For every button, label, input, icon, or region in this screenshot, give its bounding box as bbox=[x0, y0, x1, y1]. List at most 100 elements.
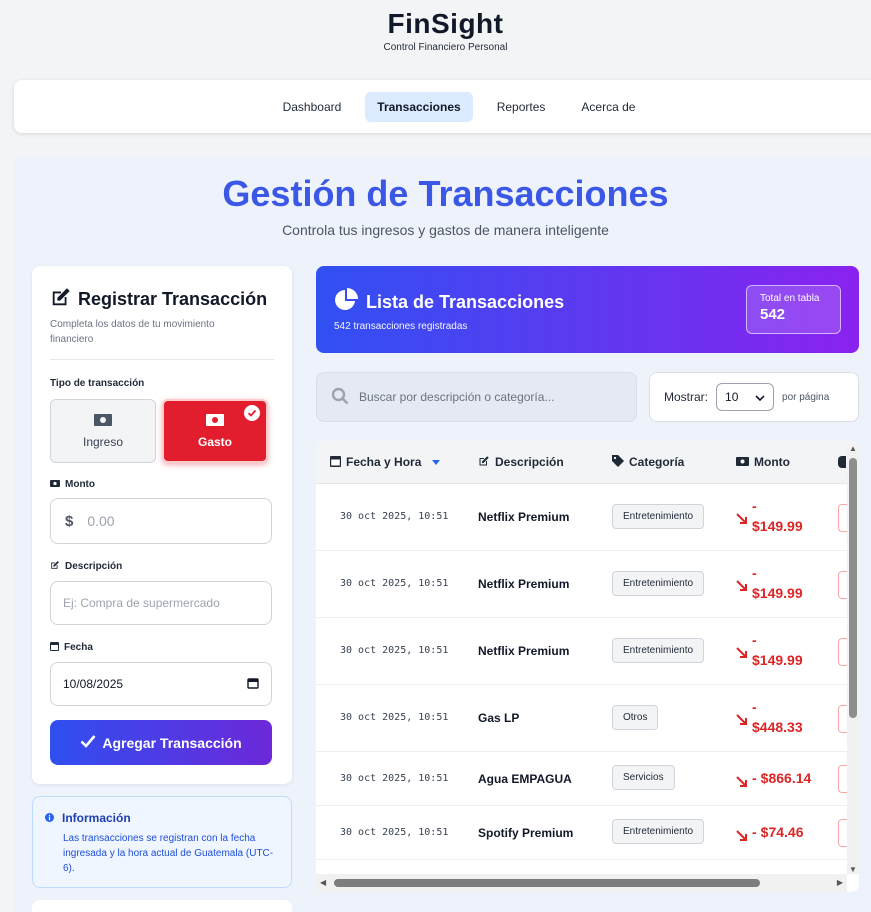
table-row[interactable]: 30 oct 2025, 10:51 Spotify Premium Entre… bbox=[316, 806, 859, 860]
row-category-badge: Entretenimiento bbox=[612, 504, 705, 529]
calendar-icon[interactable] bbox=[247, 677, 259, 692]
page-size-select[interactable]: 10 bbox=[716, 383, 775, 411]
amount-input[interactable]: $ 0.00 bbox=[50, 498, 272, 544]
row-description: Spotify Premium bbox=[478, 826, 574, 840]
page-size-control: Mostrar: 10 por página bbox=[649, 372, 859, 422]
money-icon bbox=[50, 479, 60, 490]
column-amount: Monto bbox=[736, 455, 790, 469]
type-ingreso-label: Ingreso bbox=[82, 434, 124, 449]
nav-dashboard[interactable]: Dashboard bbox=[271, 92, 354, 122]
type-gasto-button[interactable]: Gasto bbox=[162, 399, 268, 463]
amount-label: Monto bbox=[65, 479, 95, 490]
trend-down-icon bbox=[736, 827, 748, 847]
row-category-badge: Servicios bbox=[612, 765, 675, 790]
date-input[interactable]: 10/08/2025 bbox=[50, 662, 272, 706]
total-value: 542 bbox=[760, 306, 786, 323]
column-category-label: Categoría bbox=[629, 455, 685, 469]
form-title: Registrar Transacción bbox=[78, 289, 268, 309]
table-horizontal-scrollbar[interactable]: ◀ ▶ bbox=[316, 874, 847, 892]
row-date: 30 oct 2025, 10:51 bbox=[340, 773, 449, 784]
show-label: Mostrar: bbox=[664, 390, 709, 404]
column-date-label: Fecha y Hora bbox=[346, 455, 422, 469]
add-transaction-label: Agregar Transacción bbox=[102, 734, 242, 751]
column-date[interactable]: Fecha y Hora bbox=[330, 455, 441, 470]
amount-label-row: Monto bbox=[50, 479, 274, 490]
brand-subtitle: Control Financiero Personal bbox=[383, 42, 508, 53]
vertical-scroll-thumb[interactable] bbox=[849, 458, 857, 718]
table-row[interactable]: 30 oct 2025, 10:51 Gas LP Otros - $448.33 bbox=[316, 685, 859, 752]
row-category-badge: Entretenimiento bbox=[612, 571, 705, 596]
table-header: Fecha y Hora Descripción Categoría Monto bbox=[316, 441, 859, 484]
trend-down-icon bbox=[736, 711, 748, 731]
table-row[interactable]: 30 oct 2025, 10:51 Netflix Premium Entre… bbox=[316, 484, 859, 551]
row-date: 30 oct 2025, 10:51 bbox=[340, 712, 449, 723]
amount-placeholder: 0.00 bbox=[87, 513, 115, 529]
info-title-row: Información bbox=[45, 811, 279, 825]
page-subtitle: Controla tus ingresos y gastos de manera… bbox=[282, 222, 609, 238]
horizontal-scroll-thumb[interactable] bbox=[334, 879, 760, 887]
row-description: Netflix Premium bbox=[478, 510, 570, 524]
edit-icon bbox=[478, 455, 490, 470]
info-card: Información Las transacciones se registr… bbox=[32, 796, 292, 888]
transactions-list-header: Lista de Transacciones 542 transacciones… bbox=[316, 266, 859, 353]
description-input[interactable]: Ej: Compra de supermercado bbox=[50, 581, 272, 625]
table-row[interactable]: 30 oct 2025, 10:51 Agua EMPAGUA Servicio… bbox=[316, 752, 859, 806]
row-amount-sign: - bbox=[752, 565, 757, 581]
brand-header: FinSight Control Financiero Personal bbox=[0, 8, 871, 53]
check-circle-icon bbox=[244, 405, 260, 421]
table-row[interactable]: 30 oct 2025, 10:51 Netflix Premium Entre… bbox=[316, 551, 859, 618]
form-header: Registrar Transacción bbox=[50, 286, 274, 313]
row-amount-value: $866.14 bbox=[760, 770, 812, 786]
edit-icon bbox=[50, 286, 72, 313]
scroll-left-icon[interactable]: ◀ bbox=[320, 878, 326, 887]
total-label: Total en tabla bbox=[760, 293, 820, 304]
column-amount-label: Monto bbox=[754, 455, 790, 469]
row-date: 30 oct 2025, 10:51 bbox=[340, 578, 449, 589]
row-category-badge: Entretenimiento bbox=[612, 819, 705, 844]
table-row[interactable]: 30 oct 2025, 10:51 Netflix Premium Entre… bbox=[316, 618, 859, 685]
total-in-table-box: Total en tabla 542 bbox=[746, 285, 841, 334]
tag-icon bbox=[612, 454, 624, 470]
row-date: 30 oct 2025, 10:51 bbox=[340, 827, 449, 838]
page-size-value: 10 bbox=[725, 390, 739, 404]
date-label-row: Fecha bbox=[50, 641, 274, 654]
form-divider bbox=[50, 359, 274, 360]
edit-icon bbox=[50, 560, 60, 573]
money-icon bbox=[736, 455, 749, 469]
type-ingreso-button[interactable]: Ingreso bbox=[50, 399, 156, 463]
trend-down-icon bbox=[736, 510, 748, 530]
type-label: Tipo de transacción bbox=[50, 378, 145, 389]
calendar-icon bbox=[50, 641, 59, 654]
search-input[interactable]: Buscar por descripción o categoría... bbox=[316, 372, 637, 422]
trend-down-icon bbox=[736, 773, 748, 793]
row-amount-sign: - bbox=[752, 632, 757, 648]
row-amount: - $149.99 bbox=[736, 496, 803, 536]
checkmark-icon bbox=[80, 734, 96, 751]
row-amount-sign: - bbox=[752, 699, 757, 715]
row-amount-sign: - bbox=[752, 498, 757, 514]
trend-down-icon bbox=[736, 577, 748, 597]
info-icon bbox=[45, 811, 54, 825]
money-icon bbox=[206, 413, 224, 429]
column-category: Categoría bbox=[612, 454, 685, 470]
table-vertical-scrollbar[interactable]: ▲ ▼ bbox=[847, 444, 859, 874]
nav-reportes[interactable]: Reportes bbox=[485, 92, 558, 122]
add-transaction-button[interactable]: Agregar Transacción bbox=[50, 720, 272, 765]
nav-acerca-de[interactable]: Acerca de bbox=[569, 92, 647, 122]
scroll-up-icon[interactable]: ▲ bbox=[849, 444, 857, 453]
column-actions-icon bbox=[838, 456, 846, 468]
type-gasto-label: Gasto bbox=[197, 434, 232, 449]
date-label: Fecha bbox=[64, 642, 93, 653]
row-description: Netflix Premium bbox=[478, 644, 570, 658]
page-title: Gestión de Transacciones bbox=[222, 173, 669, 214]
date-value: 10/08/2025 bbox=[63, 677, 124, 691]
trend-down-icon bbox=[736, 644, 748, 664]
description-label: Descripción bbox=[65, 561, 123, 572]
info-text: Las transacciones se registran con la fe… bbox=[63, 833, 274, 874]
transaction-form-card: Registrar Transacción Completa los datos… bbox=[32, 266, 292, 784]
scroll-down-icon[interactable]: ▼ bbox=[849, 865, 857, 874]
nav-transacciones[interactable]: Transacciones bbox=[365, 91, 473, 122]
pie-chart-icon bbox=[334, 288, 358, 317]
scroll-right-icon[interactable]: ▶ bbox=[837, 878, 843, 887]
row-amount-value: $74.46 bbox=[760, 824, 804, 840]
